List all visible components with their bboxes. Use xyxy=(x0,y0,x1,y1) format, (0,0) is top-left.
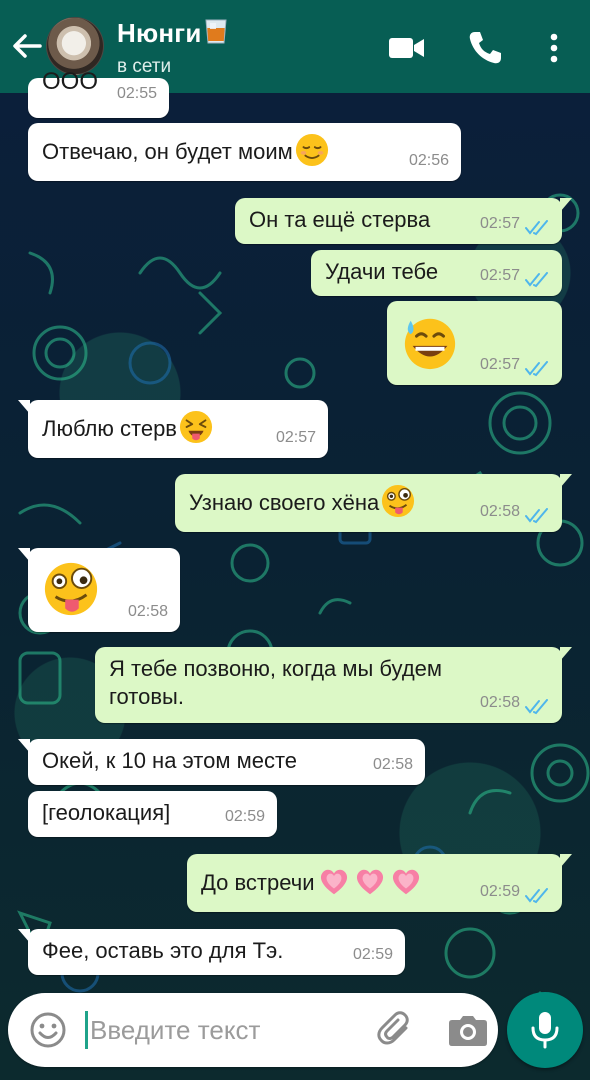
message-outgoing[interactable]: Узнаю своего хёна 02:58 xyxy=(175,474,572,532)
message-text: До встречи xyxy=(201,870,315,895)
read-receipt-icon xyxy=(525,699,548,715)
message-outgoing[interactable]: 02:57 xyxy=(387,301,562,385)
growing-heart-emoji xyxy=(356,869,383,895)
mic-icon xyxy=(531,1012,559,1049)
message-outgoing[interactable]: Он та ещё стерва 02:57 xyxy=(235,198,572,244)
message-time: 02:58 xyxy=(479,694,520,711)
message-text: Люблю стерв xyxy=(42,416,177,441)
message-time: 02:58 xyxy=(479,503,520,520)
contact-name[interactable]: Нюнги xyxy=(117,17,229,49)
message-incoming[interactable]: Окей, к 10 на этом месте 02:58 xyxy=(18,739,425,785)
phone-call-icon[interactable] xyxy=(465,28,505,68)
message-text: ООО xyxy=(42,68,99,95)
message-text: Он та ещё стерва xyxy=(249,207,431,232)
message-text: Я тебе позвоню, когда мы будем xyxy=(109,656,443,681)
message-incoming[interactable]: Отвечаю, он будет моим 02:56 xyxy=(28,123,461,181)
read-receipt-icon xyxy=(525,361,548,377)
zany-face-emoji xyxy=(44,562,98,616)
message-incoming[interactable]: Фее, оставь это для Тэ. 02:59 xyxy=(18,929,405,975)
grinning-face-with-sweat-emoji xyxy=(404,318,456,370)
read-receipt-icon xyxy=(525,888,548,904)
growing-heart-emoji xyxy=(320,869,347,895)
message-outgoing[interactable]: До встречи 02:59 xyxy=(187,854,572,912)
camera-icon[interactable] xyxy=(446,1010,490,1050)
message-time: 02:57 xyxy=(275,429,316,446)
growing-heart-emoji-group xyxy=(315,869,423,895)
squinting-face-with-tongue-emoji xyxy=(179,410,213,444)
growing-heart-emoji xyxy=(392,869,419,895)
message-time: 02:59 xyxy=(352,946,393,963)
text-cursor xyxy=(85,1011,88,1049)
read-receipt-icon xyxy=(525,220,548,236)
emoji-icon[interactable] xyxy=(28,1010,68,1050)
message-text: Узнаю своего хёна xyxy=(189,490,380,515)
message-time: 02:57 xyxy=(479,356,520,373)
message-text: Фее, оставь это для Тэ. xyxy=(42,938,284,963)
message-text: Удачи тебе xyxy=(325,259,439,284)
message-text: Отвечаю, он будет моим xyxy=(42,139,293,164)
message-time: 02:56 xyxy=(408,152,449,169)
message-input[interactable] xyxy=(90,1009,360,1051)
mic-button[interactable] xyxy=(507,992,583,1068)
message-time: 02:55 xyxy=(116,85,157,102)
read-receipt-icon xyxy=(525,272,548,288)
more-options-icon[interactable] xyxy=(534,28,574,68)
read-receipt-icon xyxy=(525,508,548,524)
message-incoming[interactable]: ООО 02:55 xyxy=(28,68,169,118)
message-time: 02:57 xyxy=(479,267,520,284)
message-composer xyxy=(8,993,498,1067)
message-incoming[interactable]: 02:58 xyxy=(18,548,180,632)
message-time: 02:58 xyxy=(372,756,413,773)
message-time: 02:58 xyxy=(127,603,168,620)
contact-status: в сети xyxy=(117,56,172,77)
message-time: 02:59 xyxy=(224,808,265,825)
avatar[interactable] xyxy=(46,17,104,75)
message-time: 02:59 xyxy=(479,883,520,900)
message-time: 02:57 xyxy=(479,215,520,232)
message-incoming[interactable]: Люблю стерв 02:57 xyxy=(18,400,328,458)
tumbler-glass-emoji xyxy=(202,18,229,48)
message-outgoing[interactable]: Удачи тебе 02:57 xyxy=(311,250,562,296)
video-call-icon[interactable] xyxy=(387,28,427,68)
message-incoming[interactable]: [геолокация] 02:59 xyxy=(28,791,277,837)
message-text: Окей, к 10 на этом месте xyxy=(42,748,298,773)
message-text: [геолокация] xyxy=(42,800,171,825)
zany-face-emoji xyxy=(382,484,415,518)
relieved-face-emoji xyxy=(295,133,328,167)
back-arrow-icon[interactable] xyxy=(6,26,46,66)
attach-icon[interactable] xyxy=(376,1010,416,1050)
message-outgoing[interactable]: Я тебе позвоню, когда мы будем готовы. 0… xyxy=(95,647,572,723)
